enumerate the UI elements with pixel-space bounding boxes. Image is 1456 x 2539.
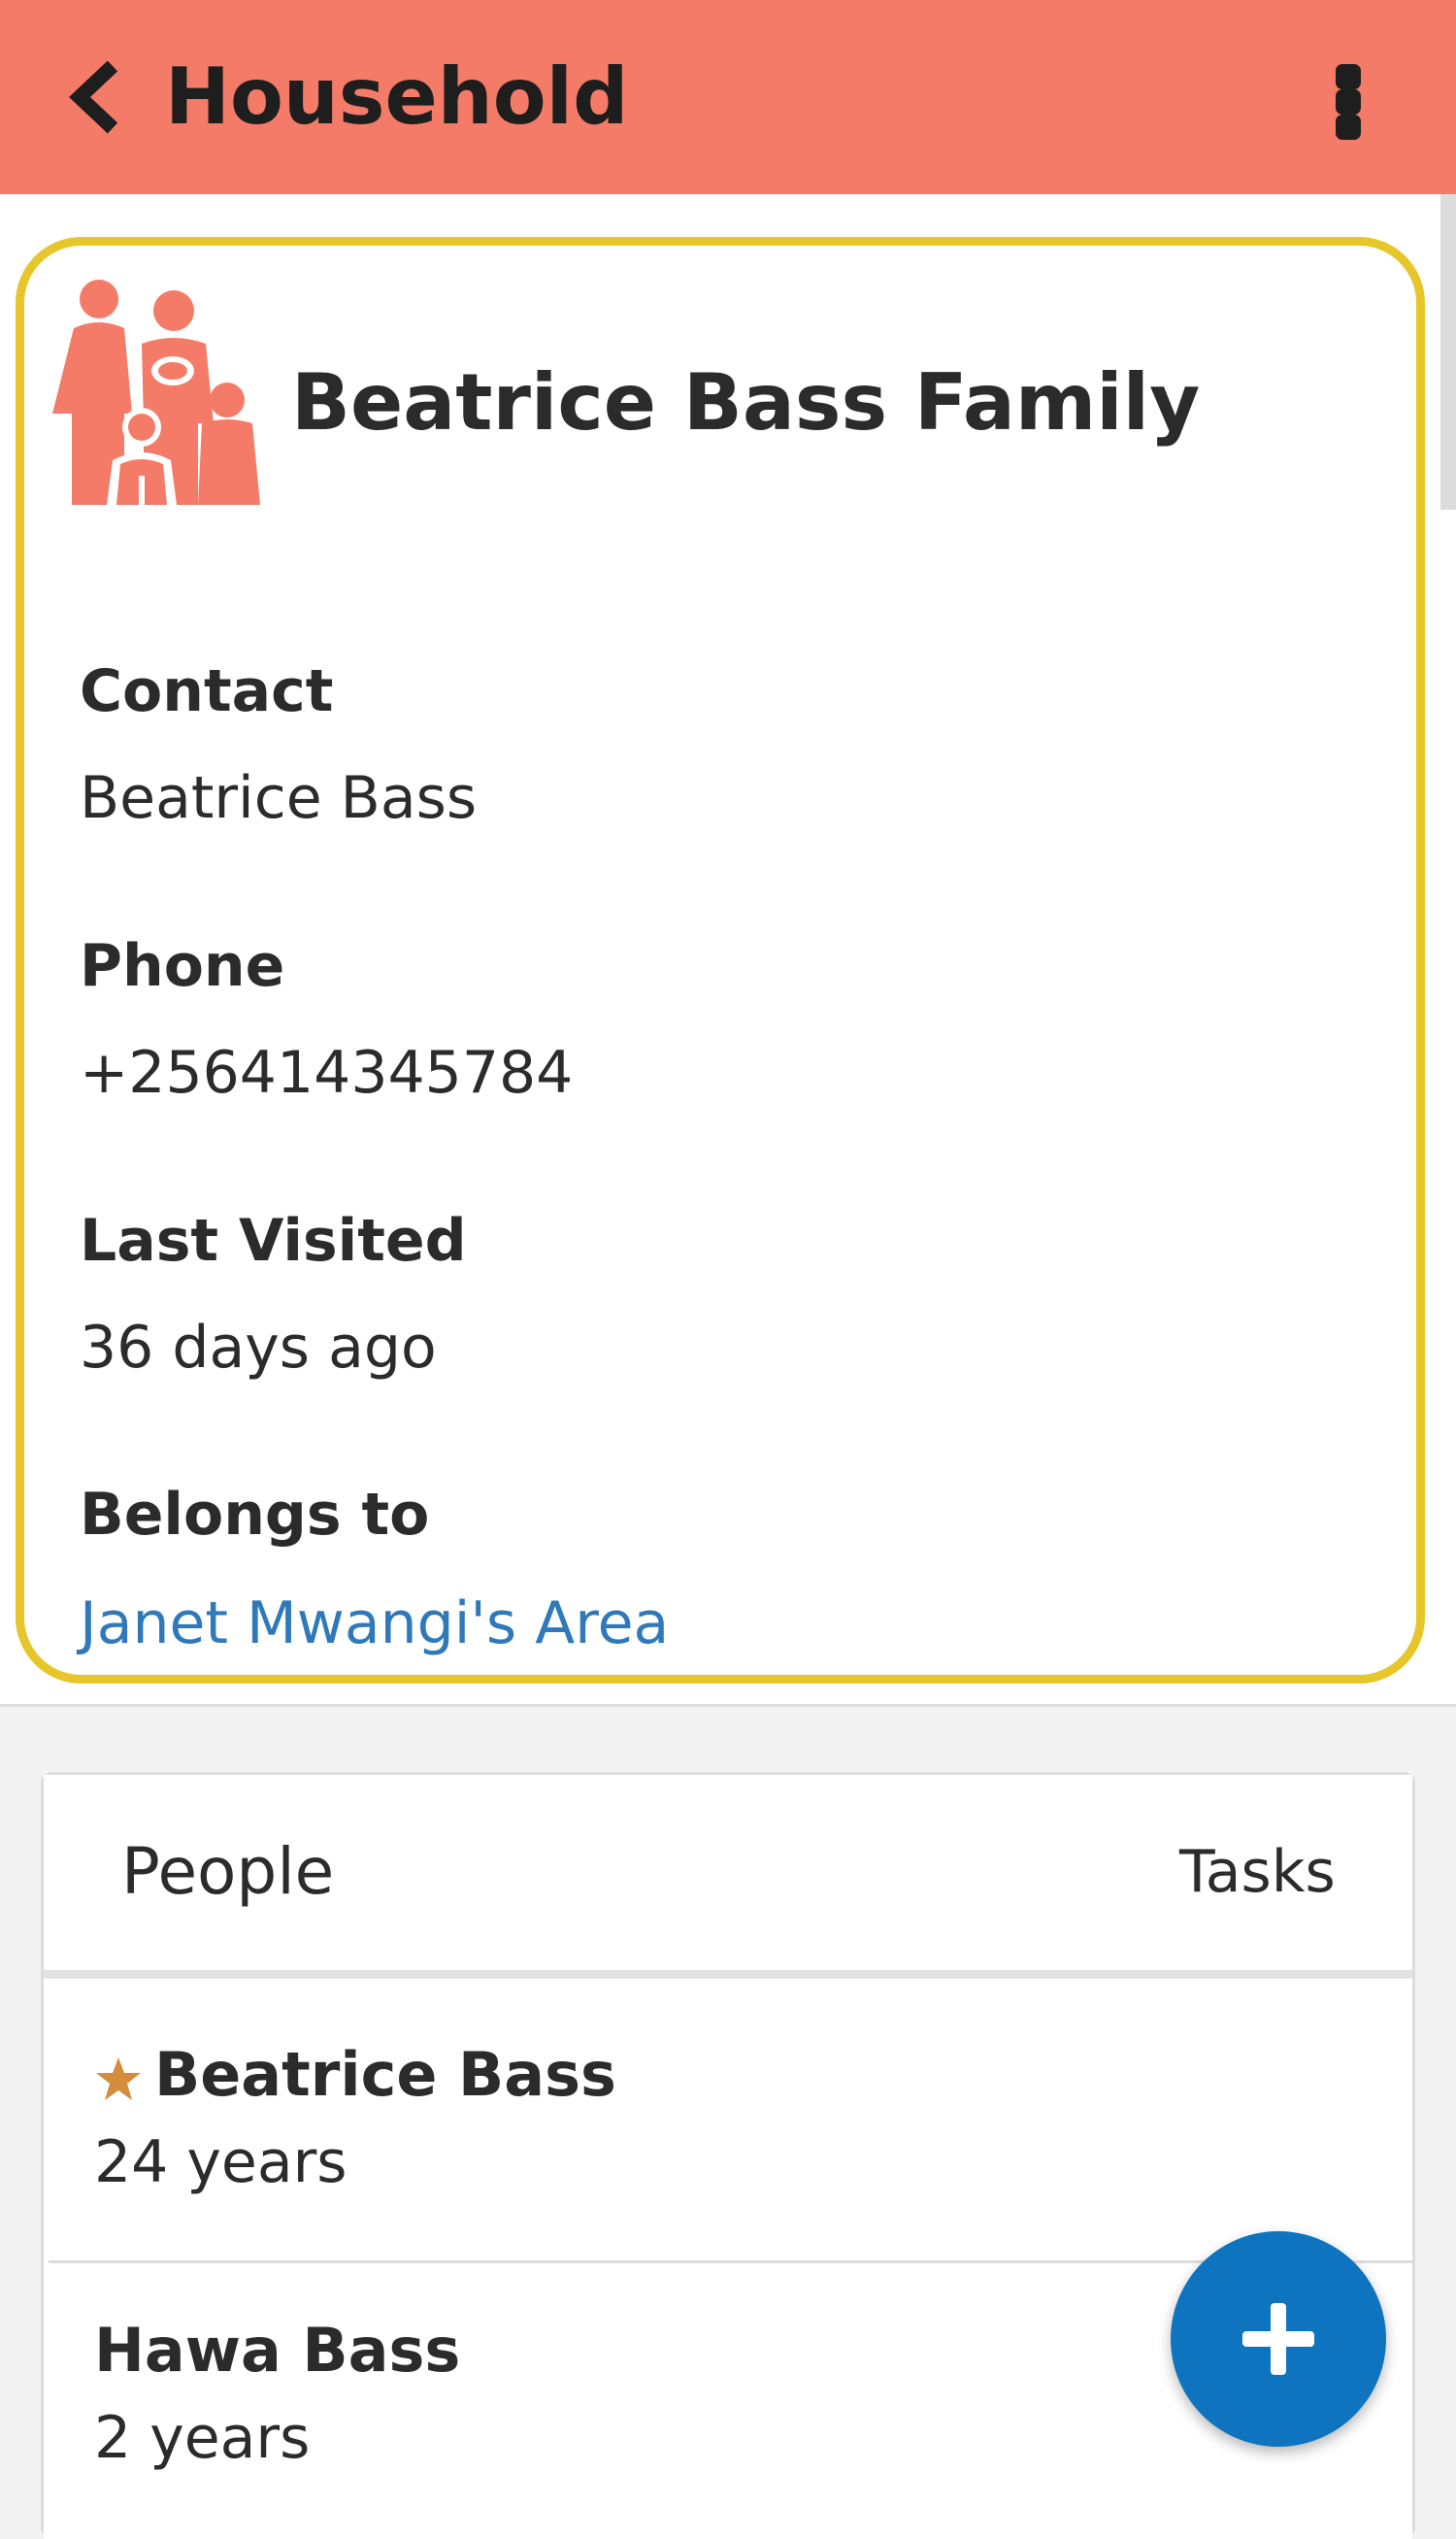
family-icon: [52, 280, 260, 505]
add-button[interactable]: [1171, 2231, 1386, 2447]
person-row[interactable]: Beatrice Bass 24 years: [44, 1986, 1412, 2261]
scrollbar[interactable]: [1440, 194, 1456, 510]
person-name: Hawa Bass: [94, 2315, 461, 2386]
tab-bar: People Tasks: [44, 1775, 1412, 1979]
phone-label: Phone: [80, 932, 285, 1000]
phone-value: +256414345784: [80, 1039, 574, 1107]
plus-icon: [1242, 2303, 1314, 2375]
person-age: 24 years: [94, 2128, 347, 2196]
overflow-menu-button[interactable]: [1301, 49, 1398, 155]
tab-tasks[interactable]: Tasks: [1179, 1775, 1336, 1969]
household-name: Beatrice Bass Family: [291, 357, 1201, 448]
page-title: Household: [165, 51, 629, 142]
back-button[interactable]: [39, 39, 155, 155]
chevron-left-icon: [69, 60, 118, 134]
last-visited-label: Last Visited: [80, 1207, 467, 1275]
contact-value: Beatrice Bass: [80, 764, 478, 832]
person-age: 2 years: [94, 2404, 311, 2472]
belongs-to-link[interactable]: Janet Mwangi's Area: [80, 1585, 669, 1662]
person-name: Beatrice Bass: [154, 2039, 616, 2110]
star-icon: [96, 2057, 141, 2100]
app-header: Household: [0, 0, 1456, 194]
belongs-to-label: Belongs to: [80, 1481, 430, 1549]
contact-label: Contact: [80, 657, 334, 725]
tab-people[interactable]: People: [121, 1775, 334, 1969]
last-visited-value: 36 days ago: [80, 1314, 437, 1382]
